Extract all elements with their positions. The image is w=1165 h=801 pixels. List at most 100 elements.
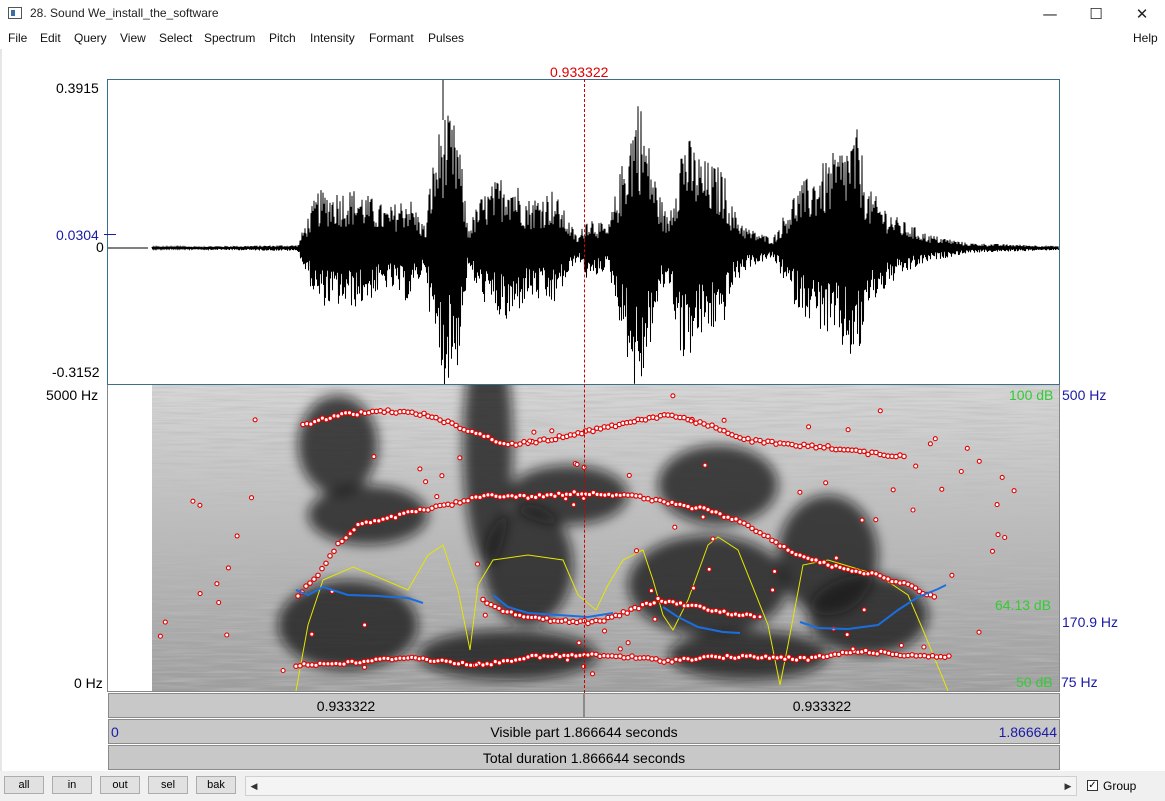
formant-dot xyxy=(480,596,486,603)
left-segment-bar[interactable]: 0.933322 xyxy=(108,693,584,718)
scroll-right-icon[interactable]: ▶ xyxy=(1060,777,1076,795)
formant-dot xyxy=(781,543,787,550)
formant-dot xyxy=(1002,534,1008,541)
formant-dot xyxy=(910,507,916,513)
intensity-cursor-label: 64.13 dB xyxy=(995,597,1052,613)
horizontal-scrollbar[interactable]: ◀ ▶ xyxy=(245,776,1077,796)
formant-dot xyxy=(571,502,577,508)
menu-file[interactable]: File xyxy=(8,31,27,45)
close-button[interactable]: ✕ xyxy=(1119,0,1165,28)
formant-dot xyxy=(485,433,491,440)
formant-dot xyxy=(531,429,537,435)
formant-dot xyxy=(652,616,658,622)
formant-dot xyxy=(361,664,368,670)
amplitude-max-label: 0.3915 xyxy=(56,80,99,96)
formant-dot xyxy=(439,473,445,479)
formant-dot xyxy=(861,448,867,455)
zoom-out-button[interactable]: out xyxy=(100,776,140,794)
formant-dot xyxy=(508,609,515,615)
scroll-left-icon[interactable]: ◀ xyxy=(246,777,262,795)
amplitude-cursor-label: 0.0304 xyxy=(56,227,99,243)
cursor-time-label: 0.933322 xyxy=(550,64,609,80)
formant-dot xyxy=(932,436,938,442)
formant-dot xyxy=(690,585,697,591)
group-checkbox[interactable]: ✓ xyxy=(1087,780,1098,791)
formant-dot xyxy=(745,522,751,529)
formant-dot xyxy=(845,427,851,433)
formant-dot xyxy=(964,445,970,451)
zoom-in-button[interactable]: in xyxy=(52,776,92,794)
formant-dot xyxy=(806,424,812,430)
zoom-selection-button[interactable]: sel xyxy=(148,776,188,794)
formant-dot xyxy=(216,599,222,606)
formant-dot xyxy=(651,600,658,606)
formant-dot xyxy=(912,585,919,591)
formant-dot xyxy=(765,533,771,540)
formant-dot xyxy=(563,496,569,502)
total-duration-bar[interactable]: Total duration 1.866644 seconds xyxy=(108,745,1060,770)
formant-dot xyxy=(423,479,429,485)
visible-part-label: Visible part 1.866644 seconds xyxy=(490,723,678,740)
formant-dot xyxy=(252,417,258,423)
zoom-back-button[interactable]: bak xyxy=(196,776,236,794)
menu-intensity[interactable]: Intensity xyxy=(310,31,355,45)
menu-edit[interactable]: Edit xyxy=(40,31,61,45)
visible-end-label: 1.866644 xyxy=(998,724,1057,740)
visible-part-bar[interactable]: 0 Visible part 1.866644 seconds 1.866644 xyxy=(108,719,1060,744)
formant-dot xyxy=(844,632,850,638)
menu-pitch[interactable]: Pitch xyxy=(269,31,296,45)
left-border xyxy=(0,49,2,771)
energy-blob xyxy=(308,485,428,545)
freq-min-label: 0 Hz xyxy=(74,675,103,691)
formant-dot xyxy=(311,576,317,583)
formant-dot xyxy=(488,661,495,668)
formant-dot xyxy=(958,468,964,475)
formant-dot xyxy=(721,417,727,423)
title-bar: 28. Sound We_install_the_software — ☐ ✕ xyxy=(0,0,1165,28)
zoom-all-button[interactable]: all xyxy=(4,776,44,794)
formant-dot xyxy=(635,605,642,612)
formant-dot xyxy=(371,454,377,460)
formant-dot xyxy=(733,516,739,522)
formant-dot xyxy=(343,535,349,541)
formant-dot xyxy=(890,487,896,493)
right-segment-bar[interactable]: 0.933322 xyxy=(584,693,1060,718)
formant-dot xyxy=(617,646,623,652)
formant-dot xyxy=(898,642,904,648)
formant-dot xyxy=(309,631,315,637)
formant-dot xyxy=(710,536,716,542)
menu-pulses[interactable]: Pulses xyxy=(428,31,464,45)
menu-bar: File Edit Query View Select Spectrum Pit… xyxy=(0,28,1165,49)
formant-dot xyxy=(688,418,694,424)
maximize-button[interactable]: ☐ xyxy=(1073,0,1119,28)
formant-dot xyxy=(453,422,459,429)
formant-dot xyxy=(624,610,631,616)
formant-dot xyxy=(931,594,938,600)
energy-blob xyxy=(628,535,788,635)
window-title: 28. Sound We_install_the_software xyxy=(30,6,219,20)
formant-dot xyxy=(999,474,1005,480)
formant-dot xyxy=(552,436,559,443)
minimize-button[interactable]: — xyxy=(1027,0,1073,28)
formant-dot xyxy=(319,565,325,572)
menu-select[interactable]: Select xyxy=(159,31,192,45)
formant-dot xyxy=(224,632,230,638)
group-label: Group xyxy=(1103,779,1137,793)
menu-query[interactable]: Query xyxy=(74,31,107,45)
formant-dot xyxy=(589,671,596,677)
formant-dot xyxy=(496,605,502,612)
formant-dot xyxy=(861,607,867,613)
menu-formant[interactable]: Formant xyxy=(369,31,414,45)
formant-dot xyxy=(633,548,640,554)
formant-dot xyxy=(616,612,623,619)
formant-dot xyxy=(331,548,337,555)
energy-blob xyxy=(298,395,378,495)
menu-spectrum[interactable]: Spectrum xyxy=(204,31,255,45)
formant-dot xyxy=(877,408,883,414)
formant-dot xyxy=(901,453,907,460)
menu-help[interactable]: Help xyxy=(1133,31,1158,45)
menu-view[interactable]: View xyxy=(120,31,146,45)
formant-dot xyxy=(939,486,945,492)
formant-dot xyxy=(351,527,357,533)
formant-dot xyxy=(564,657,571,663)
